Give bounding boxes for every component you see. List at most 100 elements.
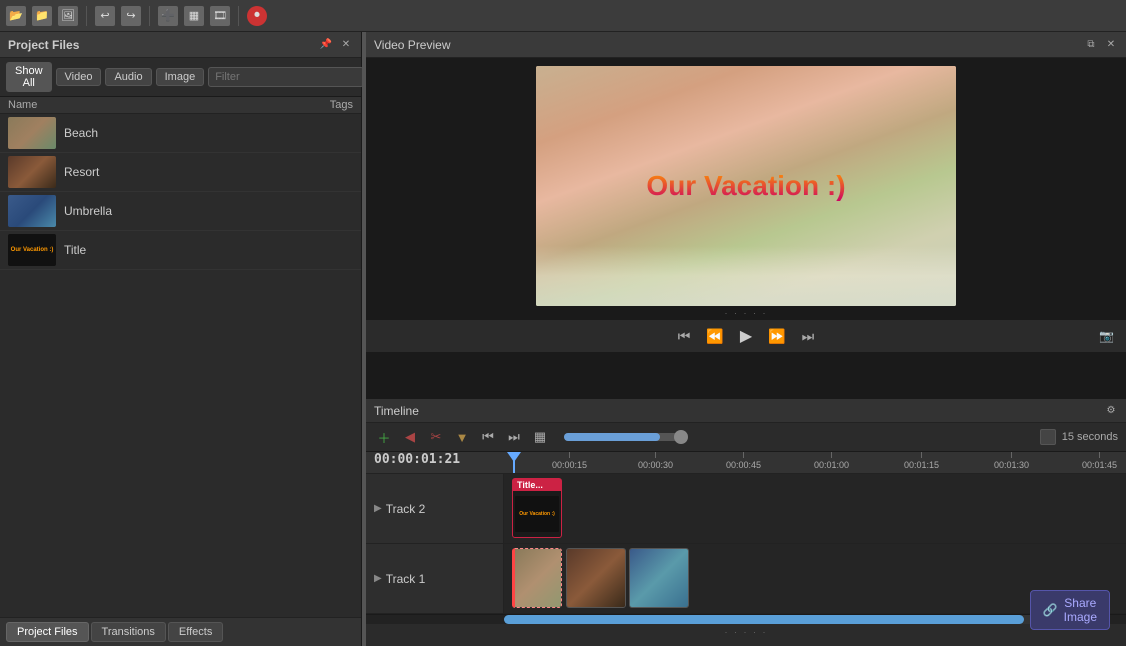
file-thumb-resort — [8, 156, 56, 188]
scrollbar-track[interactable] — [504, 615, 1044, 624]
redo-icon[interactable]: ↪ — [121, 6, 141, 26]
scrollbar-thumb[interactable] — [504, 615, 1024, 624]
tl-seconds-box — [1040, 429, 1056, 445]
ruler-tick-5: 00:01:15 — [904, 452, 939, 470]
file-name-resort: Resort — [64, 165, 99, 179]
playhead[interactable] — [513, 452, 515, 473]
file-name-title: Title — [64, 243, 86, 257]
tl-skip-start-icon[interactable]: ⏮ — [478, 427, 498, 447]
file-list: Beach Resort Umbrella Our Vacation :) Ti… — [0, 114, 361, 617]
panel-close-icon[interactable]: ✕ — [339, 38, 353, 52]
col-name-header: Name — [8, 99, 273, 111]
clip-resort-frames — [567, 549, 625, 607]
rewind-btn[interactable]: ⏪ — [702, 326, 727, 347]
tl-grid-icon[interactable]: ▦ — [530, 427, 550, 447]
open-file-icon[interactable]: 📂 — [6, 6, 26, 26]
separator-3 — [238, 6, 239, 26]
track-2-row: ▶ Track 2 Title... Our Vacation :) — [366, 474, 1126, 544]
preview-window-icon[interactable]: ⧉ — [1084, 38, 1098, 52]
clip-resort[interactable] — [566, 548, 626, 608]
clip-beach[interactable] — [512, 548, 562, 608]
filter-show-all[interactable]: Show All — [6, 62, 52, 92]
separator-2 — [149, 6, 150, 26]
tl-remove-icon[interactable]: ◀ — [400, 427, 420, 447]
tl-filter-icon[interactable]: ▼ — [452, 427, 472, 447]
tab-transitions[interactable]: Transitions — [91, 622, 166, 642]
drag-dots-top: · · · · · — [725, 306, 768, 320]
clip-title-body: Our Vacation :) — [513, 491, 561, 537]
track-1-row: ▶ Track 1 — [366, 544, 1126, 614]
grid-icon[interactable]: ▦ — [184, 6, 204, 26]
drag-dots-bottom: · · · · · — [366, 624, 1126, 640]
file-item-title[interactable]: Our Vacation :) Title — [0, 231, 361, 270]
camera-icon[interactable]: 📷 — [1099, 329, 1114, 343]
track-1-label-text: Track 1 — [386, 572, 426, 586]
new-folder-icon[interactable]: 📁 — [32, 6, 52, 26]
timeline-tracks: ▶ Track 2 Title... Our Vacation :) — [366, 474, 1126, 614]
track-1-chevron-icon[interactable]: ▶ — [374, 573, 382, 584]
skip-start-btn[interactable]: ⏮ — [674, 326, 695, 347]
timeline-section: Timeline ⚙ ＋ ◀ ✂ ▼ ⏮ ⏭ ▦ 15 seconds — [366, 398, 1126, 624]
filter-audio[interactable]: Audio — [105, 68, 151, 86]
top-toolbar: 📂 📁 🖼 ↩ ↪ ➕ ▦ 🎞 ⏺ — [0, 0, 1126, 32]
play-btn[interactable]: ▶ — [736, 324, 756, 348]
panel-pin-icon[interactable]: 📌 — [319, 38, 333, 52]
image-icon[interactable]: 🖼 — [58, 6, 78, 26]
skip-end-btn[interactable]: ⏭ — [798, 326, 819, 347]
timeline-scrollbar[interactable] — [366, 614, 1126, 624]
ruler-tick-6: 00:01:30 — [994, 452, 1029, 470]
frame-water-1 — [630, 549, 688, 607]
track-2-label: ▶ Track 2 — [366, 474, 504, 543]
fast-forward-btn[interactable]: ⏩ — [764, 326, 789, 347]
tl-zoom-handle[interactable] — [674, 430, 688, 444]
video-preview-area: Our Vacation :) · · · · · ⏮ ⏪ ▶ ⏩ ⏭ 📷 — [366, 58, 1126, 398]
ruler-tick-1: 00:00:15 — [552, 452, 587, 470]
file-thumb-title: Our Vacation :) — [8, 234, 56, 266]
clip-title[interactable]: Title... Our Vacation :) — [512, 478, 562, 538]
undo-icon[interactable]: ↩ — [95, 6, 115, 26]
ruler-tick-3: 00:00:45 — [726, 452, 761, 470]
timeline-settings-icon[interactable]: ⚙ — [1104, 404, 1118, 418]
track-1-label: ▶ Track 1 — [366, 544, 504, 613]
video-canvas: Our Vacation :) — [536, 66, 956, 306]
playback-controls-row: ⏮ ⏪ ▶ ⏩ ⏭ 📷 — [366, 320, 1126, 352]
timeline-header: Timeline ⚙ — [366, 399, 1126, 423]
share-label: Share Image — [1064, 596, 1097, 624]
tl-zoom-bar[interactable] — [564, 433, 684, 441]
tl-cut-icon[interactable]: ✂ — [426, 427, 446, 447]
tab-project-files[interactable]: Project Files — [6, 622, 89, 642]
main-content: Project Files 📌 ✕ Show All Video Audio I… — [0, 32, 1126, 646]
track-2-chevron-icon[interactable]: ▶ — [374, 503, 382, 514]
timeline-ruler: 00:00:01:21 00:00:15 00:00:30 00:00:45 0… — [366, 452, 1126, 474]
clip-title-header: Title... — [513, 479, 561, 491]
filter-input[interactable] — [208, 67, 364, 87]
file-list-header: Name Tags — [0, 97, 361, 114]
frame-beach-1 — [515, 549, 562, 607]
clip-water[interactable] — [629, 548, 689, 608]
ruler-tick-4: 00:01:00 — [814, 452, 849, 470]
filter-image[interactable]: Image — [156, 68, 205, 86]
share-image-button[interactable]: 🔗 Share Image — [1030, 590, 1110, 630]
tl-skip-end-icon[interactable]: ⏭ — [504, 427, 524, 447]
project-files-header: Project Files 📌 ✕ — [0, 32, 361, 58]
tl-add-icon[interactable]: ＋ — [374, 427, 394, 447]
file-name-beach: Beach — [64, 126, 98, 140]
right-panel: Video Preview ⧉ ✕ Our Vacation :) · · · … — [366, 32, 1126, 646]
record-icon[interactable]: ⏺ — [247, 6, 267, 26]
file-item-beach[interactable]: Beach — [0, 114, 361, 153]
panel-header-icons: 📌 ✕ — [319, 38, 353, 52]
track-2-content[interactable]: Title... Our Vacation :) — [504, 474, 1126, 543]
track-2-label-text: Track 2 — [386, 502, 426, 516]
film-icon[interactable]: 🎞 — [210, 6, 230, 26]
add-icon[interactable]: ➕ — [158, 6, 178, 26]
ruler-tick-2: 00:00:30 — [638, 452, 673, 470]
video-preview-title: Video Preview — [374, 38, 451, 52]
file-item-umbrella[interactable]: Umbrella — [0, 192, 361, 231]
timestamp-display: 00:00:01:21 — [366, 452, 468, 467]
preview-close-icon[interactable]: ✕ — [1104, 38, 1118, 52]
tl-seconds-label: 15 seconds — [1062, 431, 1118, 443]
tab-effects[interactable]: Effects — [168, 622, 223, 642]
file-item-resort[interactable]: Resort — [0, 153, 361, 192]
filter-video[interactable]: Video — [56, 68, 102, 86]
left-panel: Project Files 📌 ✕ Show All Video Audio I… — [0, 32, 362, 646]
